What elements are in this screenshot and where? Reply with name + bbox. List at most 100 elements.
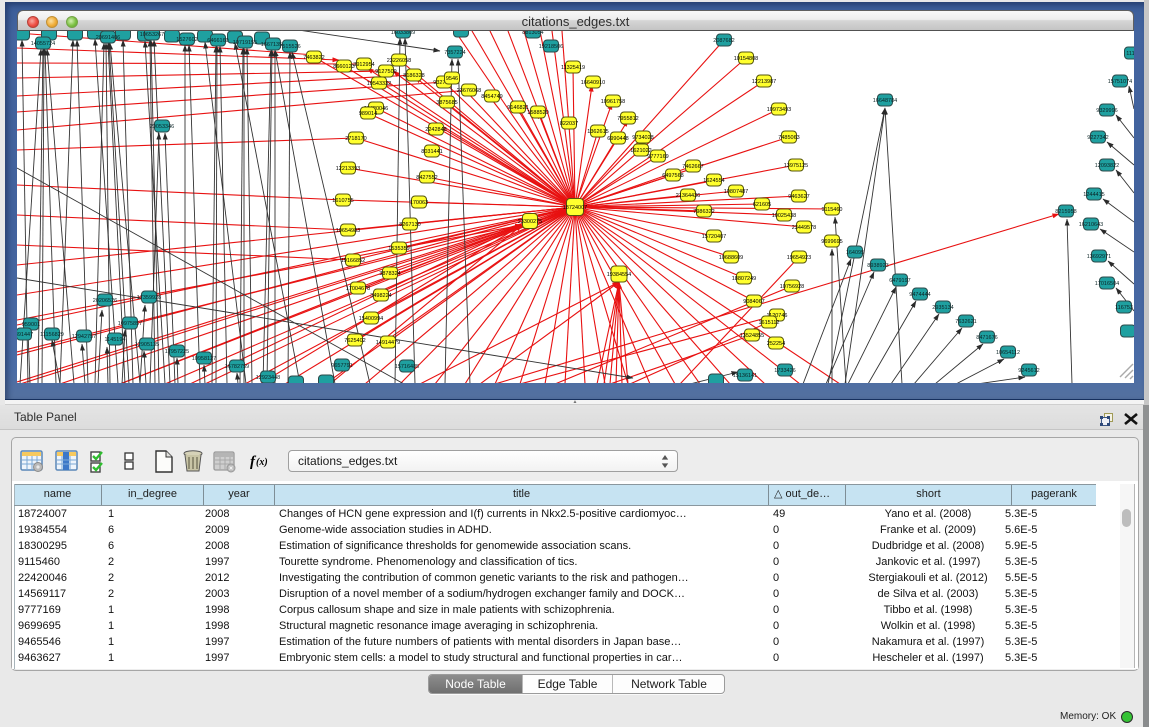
svg-text:12905135: 12905135 (135, 342, 159, 348)
svg-text:9127509: 9127509 (375, 69, 396, 75)
svg-text:6466160: 6466160 (207, 38, 228, 44)
svg-text:3912954: 3912954 (353, 62, 374, 68)
svg-text:10654983: 10654983 (336, 228, 360, 234)
svg-text:7485063: 7485063 (778, 135, 799, 141)
svg-text:9146821: 9146821 (507, 105, 528, 111)
svg-text:10975857: 10975857 (118, 321, 142, 327)
svg-text:1535359: 1535359 (388, 246, 409, 252)
svg-text:1610755: 1610755 (332, 198, 353, 204)
svg-text:20206526: 20206526 (93, 298, 117, 304)
svg-text:10654112: 10654112 (996, 350, 1020, 356)
svg-text:21364436: 21364436 (676, 193, 700, 199)
svg-text:9699695: 9699695 (821, 239, 842, 245)
svg-text:12213393: 12213393 (336, 166, 360, 172)
svg-text:6479197: 6479197 (889, 278, 910, 284)
svg-text:9777169: 9777169 (647, 154, 668, 160)
svg-text:8660123: 8660123 (333, 64, 354, 70)
svg-text:19384554: 19384554 (607, 272, 631, 278)
svg-text:8267130: 8267130 (399, 222, 420, 228)
svg-text:8454749: 8454749 (481, 94, 502, 100)
svg-text:12923448: 12923448 (256, 375, 280, 381)
svg-text:8215958: 8215958 (1055, 209, 1076, 215)
svg-text:23676068: 23676068 (457, 88, 481, 94)
svg-text:2087682: 2087682 (713, 38, 734, 44)
svg-text:18724007: 18724007 (563, 205, 587, 211)
svg-text:7515526: 7515526 (279, 44, 300, 50)
svg-text:1615112: 1615112 (758, 320, 779, 326)
svg-text:8938923: 8938923 (867, 263, 888, 269)
svg-text:12213987: 12213987 (752, 79, 776, 85)
svg-text:1112: 1112 (1126, 51, 1134, 57)
svg-text:23300275: 23300275 (518, 219, 542, 225)
svg-text:2718170: 2718170 (345, 136, 366, 142)
svg-text:15400994: 15400994 (359, 316, 383, 322)
svg-text:8031441: 8031441 (421, 149, 442, 155)
svg-text:10025438: 10025438 (772, 213, 796, 219)
svg-text:23449578: 23449578 (792, 225, 816, 231)
svg-text:13692971: 13692971 (1087, 254, 1111, 260)
svg-text:17957225: 17957225 (165, 349, 189, 355)
svg-text:7955812: 7955812 (617, 116, 638, 122)
svg-text:6497568: 6497568 (662, 173, 683, 179)
svg-text:14914479: 14914479 (376, 340, 400, 346)
svg-text:170063: 170063 (410, 200, 428, 206)
svg-text:822037: 822037 (560, 121, 578, 127)
svg-text:1527602: 1527602 (176, 37, 197, 43)
svg-text:16640910: 16640910 (581, 80, 605, 86)
svg-text:9245612: 9245612 (1018, 368, 1039, 374)
svg-text:17016504: 17016504 (1095, 281, 1119, 287)
svg-text:10756928: 10756928 (780, 284, 804, 290)
svg-text:6990448: 6990448 (607, 136, 628, 142)
svg-text:8186328: 8186328 (403, 73, 424, 79)
svg-text:12942757: 12942757 (72, 334, 96, 340)
svg-text:1362615: 1362615 (587, 129, 608, 135)
svg-text:11325419: 11325419 (561, 65, 585, 71)
svg-text:16033809: 16033809 (391, 31, 415, 36)
svg-text:18807249: 18807249 (732, 276, 756, 282)
svg-text:19166852: 19166852 (341, 258, 365, 264)
svg-text:116753: 116753 (1115, 305, 1133, 311)
svg-text:959001: 959001 (22, 322, 40, 328)
svg-text:17004678: 17004678 (346, 286, 370, 292)
svg-text:14055724: 14055724 (31, 41, 55, 47)
svg-text:9084067: 9084067 (743, 299, 764, 305)
svg-text:1588520: 1588520 (527, 110, 548, 116)
svg-text:19654923: 19654923 (787, 255, 811, 261)
svg-text:8427552: 8427552 (416, 175, 437, 181)
svg-text:15751074: 15751074 (1108, 79, 1132, 85)
svg-text:11156829: 11156829 (40, 332, 64, 338)
svg-text:7357224: 7357224 (444, 50, 465, 56)
svg-text:10807487: 10807487 (724, 189, 748, 195)
svg-text:10688609: 10688609 (719, 255, 743, 261)
svg-text:(x): (x) (256, 457, 268, 468)
svg-text:23226058: 23226058 (387, 58, 411, 64)
svg-text:16648784: 16648784 (873, 98, 897, 104)
svg-text:7986322: 7986322 (693, 209, 714, 215)
svg-text:17359928: 17359928 (137, 295, 161, 301)
svg-text:20053346: 20053346 (150, 124, 174, 130)
svg-text:2935134: 2935134 (932, 305, 953, 311)
svg-text:8471676: 8471676 (976, 335, 997, 341)
svg-text:3878324: 3878324 (379, 271, 400, 277)
svg-text:15716485: 15716485 (395, 364, 419, 370)
svg-text:7463822: 7463822 (303, 55, 324, 61)
svg-text:13524855: 13524855 (740, 333, 764, 339)
svg-text:7632621: 7632621 (955, 319, 976, 325)
svg-text:252254: 252254 (767, 341, 785, 347)
svg-text:15136141: 15136141 (733, 373, 757, 379)
svg-text:20691406: 20691406 (96, 35, 120, 41)
svg-text:3875685: 3875685 (436, 100, 457, 106)
svg-text:1733426: 1733426 (774, 368, 795, 374)
svg-text:19218506: 19218506 (539, 44, 563, 50)
svg-text:12093822: 12093822 (1095, 163, 1119, 169)
svg-text:10154808: 10154808 (734, 56, 758, 62)
svg-text:15720407: 15720407 (702, 234, 726, 240)
svg-text:7462667: 7462667 (682, 164, 703, 170)
svg-text:9329996: 9329996 (1096, 108, 1117, 114)
svg-text:10973493: 10973493 (767, 107, 791, 113)
svg-text:9227342: 9227342 (1087, 135, 1108, 141)
svg-text:9546: 9546 (446, 76, 458, 82)
svg-text:391447: 391447 (17, 332, 33, 338)
svg-text:164095: 164095 (846, 250, 864, 256)
svg-text:10958127: 10958127 (192, 356, 216, 362)
